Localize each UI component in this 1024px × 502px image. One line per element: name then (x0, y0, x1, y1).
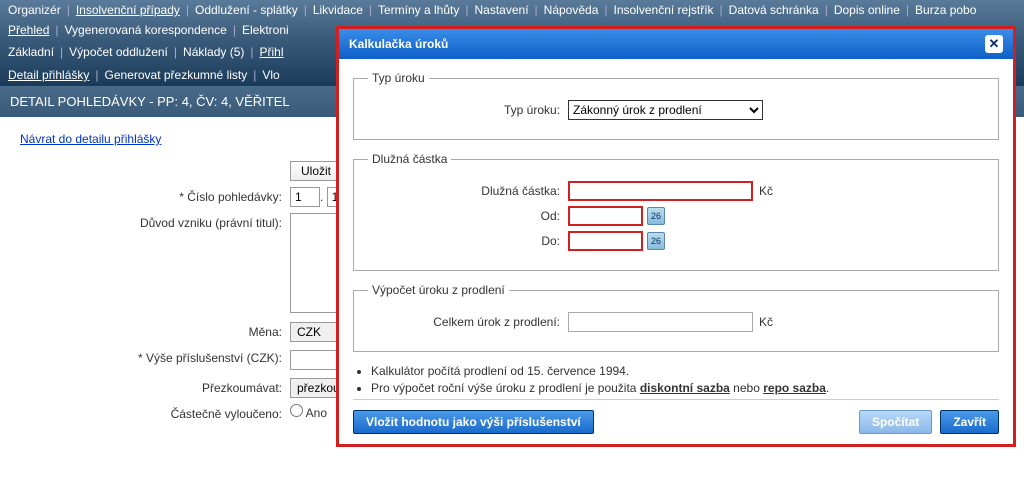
claim-no-label: * Číslo pohledávky: (20, 187, 290, 204)
nav-burza[interactable]: Burza pobo (915, 3, 976, 17)
nav-dopis-online[interactable]: Dopis online (834, 3, 900, 17)
back-link[interactable]: Návrat do detailu přihlášky (20, 132, 161, 146)
excluded-yes-label: Ano (290, 406, 327, 420)
subnav-prehled[interactable]: Přehled (8, 23, 49, 37)
modal-title-bar: Kalkulačka úroků ✕ (339, 29, 1013, 59)
nav-organizer[interactable]: Organizér (8, 3, 61, 17)
calc-legend: Výpočet úroku z prodlení (368, 283, 509, 297)
amount-fieldset: Dlužná částka Dlužná částka: Kč Od: 26 D… (353, 152, 999, 271)
type-label: Typ úroku: (368, 103, 568, 117)
note-1: Kalkulátor počítá prodlení od 15. červen… (371, 364, 999, 378)
type-legend: Typ úroku (368, 71, 429, 85)
accessory-label: * Výše příslušenství (CZK): (20, 348, 290, 365)
tab-naklady[interactable]: Náklady (5) (183, 45, 244, 59)
nav-rejstrik[interactable]: Insolvenční rejstřík (614, 3, 714, 17)
review-label: Přezkoumávat: (20, 378, 290, 395)
nav-likvidace[interactable]: Likvidace (313, 3, 363, 17)
subnav-korespondence[interactable]: Vygenerovaná korespondence (65, 23, 227, 37)
calc-result-fieldset: Výpočet úroku z prodlení Celkem úrok z p… (353, 283, 999, 352)
claim-no-a-input[interactable] (290, 187, 320, 207)
total-interest-input[interactable] (568, 312, 753, 332)
currency-label: Měna: (20, 322, 290, 339)
kc-unit: Kč (759, 184, 773, 198)
save-button[interactable]: Uložit (290, 161, 342, 181)
kc-unit: Kč (759, 315, 773, 329)
nav-napoveda[interactable]: Nápověda (544, 3, 599, 17)
detailtab-vlo[interactable]: Vlo (262, 68, 279, 82)
to-date-input[interactable] (568, 231, 643, 251)
interest-type-select[interactable]: Zákonný úrok z prodlení (568, 100, 763, 120)
notes: Kalkulátor počítá prodlení od 15. červen… (371, 364, 999, 395)
nav-terminy[interactable]: Termíny a lhůty (378, 3, 459, 17)
note-2: Pro výpočet roční výše úroku z prodlení … (371, 381, 999, 395)
nav-oddluzeni-splatky[interactable]: Oddlužení - splátky (195, 3, 298, 17)
calculate-button[interactable]: Spočítat (859, 410, 932, 434)
detailtab-prezkumne[interactable]: Generovat přezkumné listy (105, 68, 248, 82)
discount-rate-link[interactable]: diskontní sazba (640, 381, 730, 395)
subnav-elektroni[interactable]: Elektroni (242, 23, 289, 37)
to-label: Do: (368, 234, 568, 248)
excluded-label: Částečně vyloučeno: (20, 404, 290, 421)
tab-vypocet-oddluzeni[interactable]: Výpočet oddlužení (69, 45, 168, 59)
calendar-icon[interactable]: 26 (647, 232, 665, 250)
nav-nastaveni[interactable]: Nastavení (475, 3, 529, 17)
total-label: Celkem úrok z prodlení: (368, 315, 568, 329)
detailtab-detail[interactable]: Detail přihlášky (8, 68, 89, 82)
interest-calc-modal: Kalkulačka úroků ✕ Typ úroku Typ úroku: … (336, 26, 1016, 447)
modal-actions: Vložit hodnotu jako výši příslušenství S… (353, 399, 999, 434)
amount-legend: Dlužná částka (368, 152, 451, 166)
amount-input[interactable] (568, 181, 753, 201)
close-button[interactable]: Zavřít (940, 410, 999, 434)
amount-label: Dlužná částka: (368, 184, 568, 198)
modal-title-text: Kalkulačka úroků (349, 37, 448, 51)
nav-insolvencni[interactable]: Insolvenční případy (76, 3, 180, 17)
reason-label: Důvod vzniku (právní titul): (20, 213, 290, 230)
tab-zakladni[interactable]: Základní (8, 45, 54, 59)
from-label: Od: (368, 209, 568, 223)
calendar-icon[interactable]: 26 (647, 207, 665, 225)
from-date-input[interactable] (568, 206, 643, 226)
tab-prihl[interactable]: Přihl (260, 45, 284, 59)
repo-rate-link[interactable]: repo sazba (763, 381, 826, 395)
excluded-yes-radio[interactable] (290, 404, 303, 417)
type-fieldset: Typ úroku Typ úroku: Zákonný úrok z prod… (353, 71, 999, 140)
insert-value-button[interactable]: Vložit hodnotu jako výši příslušenství (353, 410, 594, 434)
top-nav: Organizér| Insolvenční případy| Oddlužen… (0, 0, 1024, 20)
close-icon[interactable]: ✕ (985, 35, 1003, 53)
nav-datova-schranka[interactable]: Datová schránka (729, 3, 819, 17)
